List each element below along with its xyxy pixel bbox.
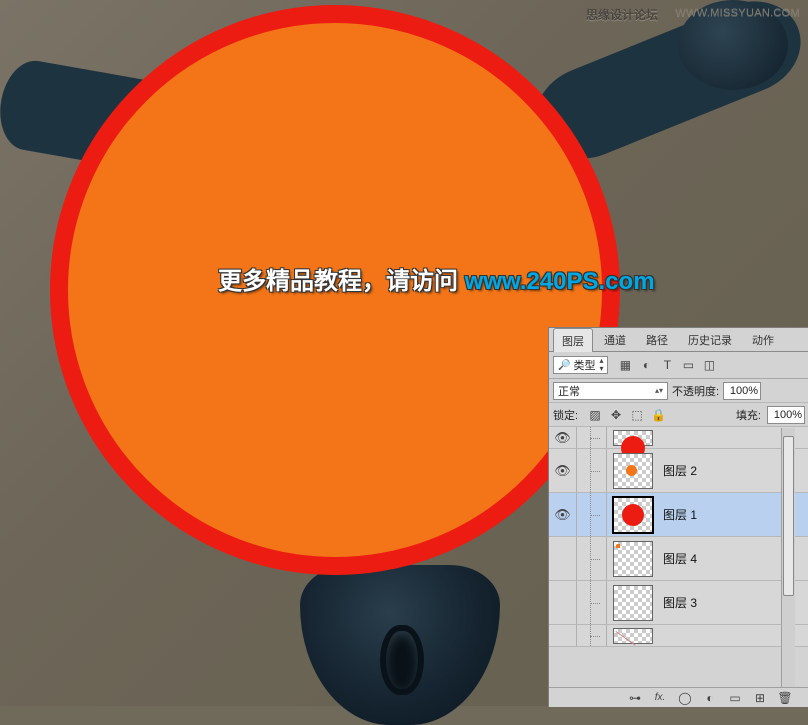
layer-row[interactable]: 👁 图层 2: [549, 449, 808, 493]
filter-image-icon[interactable]: ▦: [618, 358, 632, 372]
layer-row[interactable]: 👁 图层 1: [549, 493, 808, 537]
visibility-toggle[interactable]: 👁: [549, 427, 577, 448]
eye-icon: 👁: [554, 507, 571, 523]
lock-artboard-icon[interactable]: ⬚: [630, 408, 644, 422]
figure-torso-slot: [380, 625, 424, 695]
layers-panel: 图层 通道 路径 历史记录 动作 🔎 类型 ▴▾ ▦ ◐ T ▭ ◫ 正常 ▴▾…: [548, 327, 808, 707]
layer-row[interactable]: 👁 图层 4: [549, 537, 808, 581]
blend-row: 正常 ▴▾ 不透明度: 100%: [549, 379, 808, 403]
filter-adjust-icon[interactable]: ◐: [639, 358, 653, 372]
blend-mode-value: 正常: [558, 383, 580, 399]
layer-name[interactable]: 图层 1: [663, 506, 697, 523]
opacity-value-field[interactable]: 100%: [723, 382, 761, 400]
filter-type-icon[interactable]: T: [660, 358, 674, 372]
layer-indent: [577, 449, 607, 492]
caption-prefix: 更多精品教程，请访问: [218, 268, 465, 295]
layer-thumbnail[interactable]: [613, 430, 653, 446]
layer-thumbnail[interactable]: [613, 541, 653, 577]
visibility-toggle[interactable]: 👁: [549, 493, 577, 536]
visibility-toggle[interactable]: 👁: [549, 449, 577, 492]
layer-row[interactable]: 👁: [549, 427, 808, 449]
visibility-toggle[interactable]: 👁: [549, 581, 577, 624]
delete-layer-icon[interactable]: 🗑: [777, 691, 793, 705]
filter-shape-icon[interactable]: ▭: [681, 358, 695, 372]
filter-smart-icon[interactable]: ◫: [702, 358, 716, 372]
layer-indent: [577, 493, 607, 536]
layer-name[interactable]: 图层 2: [663, 462, 697, 479]
filter-kind-dropdown[interactable]: 🔎 类型 ▴▾: [553, 356, 608, 374]
lock-position-icon[interactable]: ✥: [609, 408, 623, 422]
layer-row[interactable]: 👁: [549, 625, 808, 647]
opacity-label: 不透明度:: [672, 383, 719, 399]
layer-list: 👁 👁 图层 2 👁 图层 1 👁 图层 4 👁 图: [549, 427, 808, 647]
scrollbar-thumb[interactable]: [783, 436, 794, 596]
fill-adjust-icon[interactable]: ◐: [702, 691, 718, 705]
tab-layers[interactable]: 图层: [553, 328, 593, 352]
eye-icon: 👁: [554, 430, 571, 446]
fill-value: 100%: [774, 409, 802, 421]
tab-actions[interactable]: 动作: [743, 327, 783, 351]
add-mask-icon[interactable]: ◯: [677, 691, 693, 705]
visibility-toggle[interactable]: 👁: [549, 537, 577, 580]
layer-thumbnail[interactable]: [613, 585, 653, 621]
visibility-toggle[interactable]: 👁: [549, 625, 577, 646]
watermark-url: WWW.MISSYUAN.COM: [675, 7, 800, 19]
lock-pixels-icon[interactable]: ▨: [588, 408, 602, 422]
layer-indent: [577, 625, 607, 646]
chevron-updown-icon: ▴▾: [655, 387, 663, 395]
tab-channels[interactable]: 通道: [595, 327, 635, 351]
layer-thumbnail[interactable]: [613, 497, 653, 533]
fill-value-field[interactable]: 100%: [767, 406, 805, 424]
lock-label: 锁定:: [553, 407, 578, 423]
layer-scrollbar[interactable]: [781, 428, 795, 687]
watermark-text: 思缘设计论坛: [586, 6, 658, 23]
layer-indent: [577, 537, 607, 580]
opacity-value: 100%: [730, 385, 758, 397]
panel-tabbar: 图层 通道 路径 历史记录 动作: [549, 328, 808, 352]
layer-indent: [577, 427, 607, 448]
panel-footer: ⊶ fx. ◯ ◐ ▭ ⊞ 🗑: [549, 687, 808, 707]
lock-row: 锁定: ▨ ✥ ⬚ 🔒 填充: 100%: [549, 403, 808, 427]
fill-label: 填充:: [736, 407, 761, 423]
layer-name[interactable]: 图层 4: [663, 550, 697, 567]
layer-thumbnail[interactable]: [613, 628, 653, 644]
tutorial-caption: 更多精品教程，请访问 www.240PS.com: [218, 261, 655, 296]
layer-thumbnail[interactable]: [613, 453, 653, 489]
layer-fx-icon[interactable]: fx.: [652, 692, 668, 703]
layer-indent: [577, 581, 607, 624]
layer-filter-row: 🔎 类型 ▴▾ ▦ ◐ T ▭ ◫: [549, 352, 808, 379]
tab-history[interactable]: 历史记录: [679, 327, 741, 351]
blend-mode-dropdown[interactable]: 正常 ▴▾: [553, 382, 668, 400]
stepper-arrows-icon: ▴▾: [599, 357, 603, 373]
new-layer-icon[interactable]: ⊞: [752, 691, 768, 705]
search-icon: 🔎: [558, 360, 570, 371]
layer-name[interactable]: 图层 3: [663, 594, 697, 611]
link-layers-icon[interactable]: ⊶: [627, 691, 643, 705]
new-group-icon[interactable]: ▭: [727, 691, 743, 705]
filter-kind-label: 类型: [573, 357, 595, 373]
tab-paths[interactable]: 路径: [637, 327, 677, 351]
lock-all-icon[interactable]: 🔒: [651, 408, 665, 422]
eye-icon: 👁: [554, 463, 571, 479]
caption-url: www.240PS.com: [465, 268, 655, 295]
layer-row[interactable]: 👁 图层 3: [549, 581, 808, 625]
